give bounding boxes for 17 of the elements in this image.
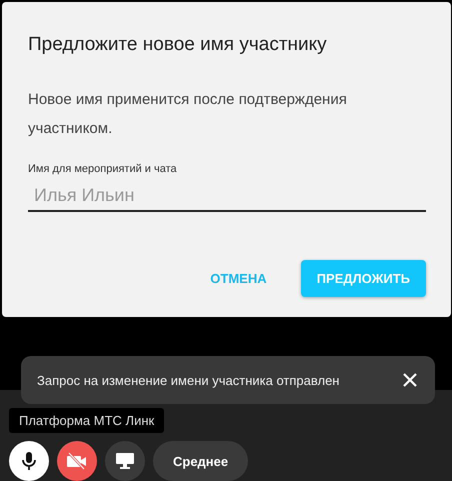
- screen-share-button[interactable]: [105, 441, 145, 481]
- participant-label: Платформа МТС Линк: [9, 408, 164, 433]
- microphone-button[interactable]: [9, 441, 49, 481]
- quality-button[interactable]: Среднее: [153, 441, 248, 481]
- microphone-icon: [20, 451, 38, 471]
- toast-message: Запрос на изменение имени участника отправлен: [37, 372, 340, 388]
- close-button[interactable]: [401, 371, 419, 389]
- suggest-button[interactable]: ПРЕДЛОЖИТЬ: [300, 260, 426, 297]
- field-label: Имя для мероприятий и чата: [28, 163, 178, 175]
- monitor-icon: [115, 452, 135, 470]
- cancel-button[interactable]: ОТМЕНА: [206, 263, 271, 294]
- dialog-title: Предложите новое имя участнику: [28, 34, 328, 56]
- camera-button[interactable]: [57, 441, 97, 481]
- name-input-field[interactable]: Илья Ильин: [28, 181, 426, 212]
- dialog-description: Новое имя применится после подтверждения участником.: [28, 90, 348, 139]
- close-icon: [403, 373, 417, 387]
- camera-off-icon: [66, 452, 88, 470]
